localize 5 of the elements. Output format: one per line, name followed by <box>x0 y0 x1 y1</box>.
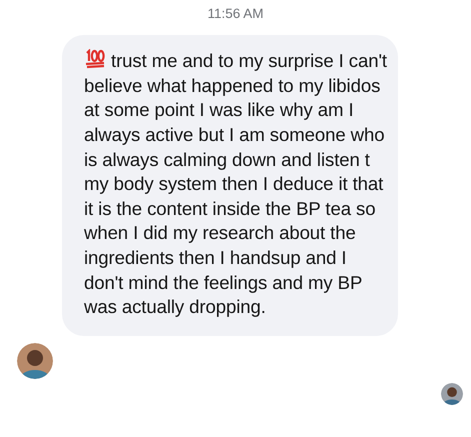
hundred-points-icon <box>84 49 106 70</box>
avatar-icon <box>441 383 463 405</box>
timestamp: 11:56 AM <box>206 5 265 23</box>
message-text: trust me and to my surprise I can't believe what happened to my libidos at some point I was like why am I always active but I am someone who is always calming down and listen t my body system then I deduce it that it is the content inside the BP tea so when I did my research about the ingredients then I handsup and I don't mind the feelings and my BP was actually dropping. <box>84 49 388 320</box>
avatar-icon <box>17 343 53 379</box>
